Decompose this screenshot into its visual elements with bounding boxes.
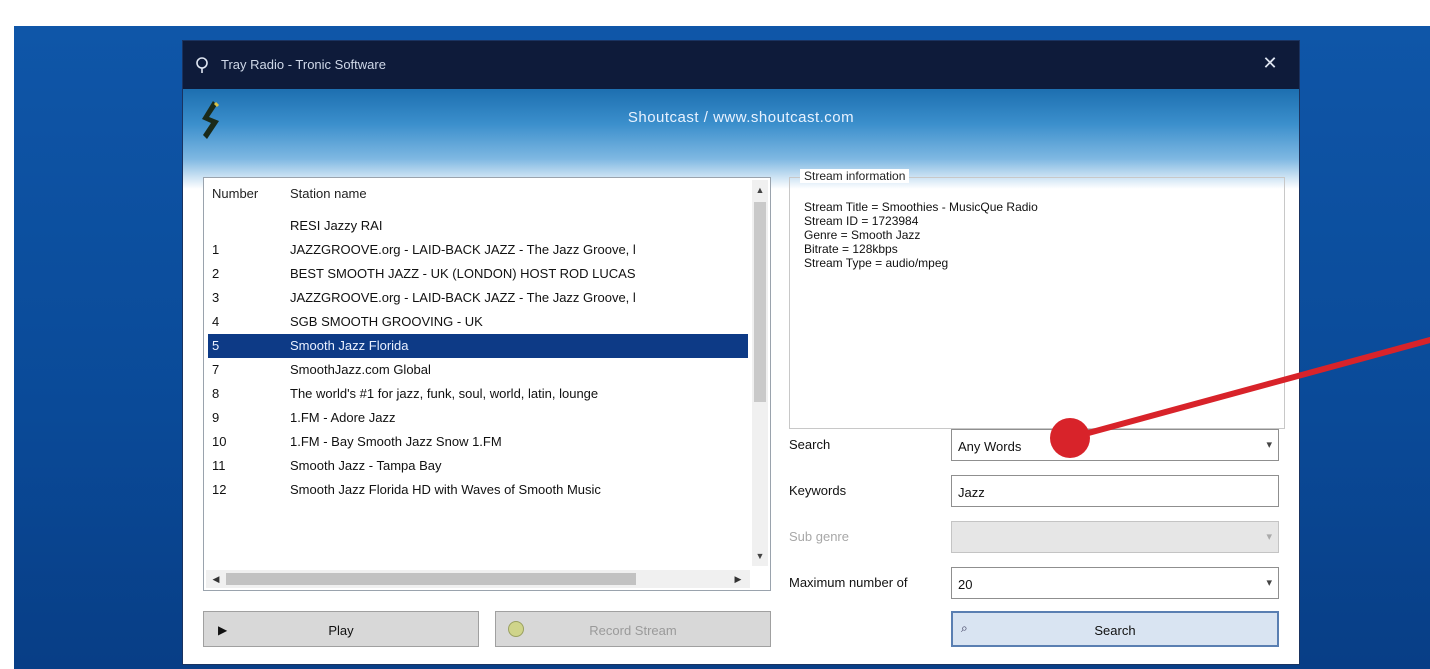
play-button[interactable]: ▶ Play <box>203 611 479 647</box>
stream-info-line: Stream Type = audio/mpeg <box>804 256 949 270</box>
station-row[interactable]: 3 JAZZGROOVE.org - LAID-BACK JAZZ - The J… <box>208 286 748 310</box>
scroll-up-icon[interactable]: ▲ <box>752 182 768 198</box>
station-row[interactable]: 9 1.FM - Adore Jazz <box>208 406 748 430</box>
station-number: 2 <box>212 266 220 281</box>
station-row[interactable]: 7 SmoothJazz.com Global <box>208 358 748 382</box>
station-name: RESI Jazzy RAI <box>290 218 383 233</box>
station-row[interactable]: 12 Smooth Jazz Florida HD with Waves of S… <box>208 478 748 502</box>
station-name: BEST SMOOTH JAZZ - UK (LONDON) HOST ROD … <box>290 266 636 281</box>
station-name: JAZZGROOVE.org - LAID-BACK JAZZ - The Ja… <box>290 242 636 257</box>
station-name: SmoothJazz.com Global <box>290 362 431 377</box>
search-mode-dropdown[interactable]: Any Words ▾ <box>951 429 1279 461</box>
station-name: Smooth Jazz Florida HD with Waves of Smo… <box>290 482 601 497</box>
keywords-label: Keywords <box>789 483 847 498</box>
station-name: JAZZGROOVE.org - LAID-BACK JAZZ - The Ja… <box>290 290 636 305</box>
app-window: Tray Radio - Tronic Software ✕ Shoutcast… <box>182 40 1300 665</box>
station-row[interactable]: 1 JAZZGROOVE.org - LAID-BACK JAZZ - The J… <box>208 238 748 262</box>
station-number: 11 <box>212 458 226 473</box>
station-number: 5 <box>212 338 220 353</box>
station-row[interactable]: 2 BEST SMOOTH JAZZ - UK (LONDON) HOST ROD… <box>208 262 748 286</box>
sub-genre-label: Sub genre <box>789 529 849 544</box>
station-rows: RESI Jazzy RAI 1 JAZZGROOVE.org - LAID-BA… <box>208 214 748 502</box>
station-row[interactable]: 4 SGB SMOOTH GROOVING - UK <box>208 310 748 334</box>
station-number: 9 <box>212 410 220 425</box>
search-mode-label: Search <box>789 437 831 452</box>
station-row[interactable]: RESI Jazzy RAI <box>208 214 748 238</box>
stream-info-lines: Stream Title = Smoothies - MusicQue Radi… <box>804 200 1038 270</box>
horizontal-scroll-thumb[interactable] <box>226 573 636 585</box>
stream-info-line: Stream Title = Smoothies - MusicQue Radi… <box>804 200 1038 214</box>
scroll-left-icon[interactable]: ◀ <box>208 570 224 588</box>
radio-app-icon <box>196 57 208 73</box>
chevron-down-icon: ▾ <box>1266 531 1272 543</box>
search-button[interactable]: ⌕ Search <box>951 611 1279 647</box>
station-number: 8 <box>212 386 220 401</box>
station-name: Smooth Jazz - Tampa Bay <box>290 458 442 473</box>
stream-info-line: Bitrate = 128kbps <box>804 242 898 256</box>
horizontal-scrollbar[interactable]: ◀ ▶ <box>206 570 750 588</box>
scroll-down-icon[interactable]: ▼ <box>752 548 768 564</box>
stream-info-line: Stream ID = 1723984 <box>804 214 919 228</box>
station-name: 1.FM - Bay Smooth Jazz Snow 1.FM <box>290 434 502 449</box>
station-number: 10 <box>212 434 227 449</box>
station-number: 4 <box>212 314 220 329</box>
sub-genre-dropdown: ▾ <box>951 521 1279 553</box>
station-list[interactable]: Number Station name RESI Jazzy RAI 1 JAZZ… <box>203 177 771 591</box>
stream-information-panel: Stream information Stream Title = Smooth… <box>789 169 1285 429</box>
station-number: 3 <box>212 290 220 305</box>
station-row[interactable]: 11 Smooth Jazz - Tampa Bay <box>208 454 748 478</box>
column-header-number[interactable]: Number <box>212 186 258 201</box>
search-mode-value: Any Words <box>958 439 1022 454</box>
station-list-header: Number Station name <box>204 178 750 206</box>
max-results-label: Maximum number of <box>789 575 908 590</box>
search-button-label: Search <box>1094 623 1136 638</box>
stream-info-line: Genre = Smooth Jazz <box>804 228 921 242</box>
station-number: 1 <box>212 242 220 257</box>
station-name: The world's #1 for jazz, funk, soul, wor… <box>290 386 599 401</box>
keywords-value: Jazz <box>958 485 985 500</box>
chevron-down-icon[interactable]: ▾ <box>1266 438 1272 451</box>
header-banner: Shoutcast / www.shoutcast.com <box>183 89 1299 189</box>
station-name: SGB SMOOTH GROOVING - UK <box>290 314 483 329</box>
station-number: 7 <box>212 362 220 377</box>
play-button-label: Play <box>328 623 354 638</box>
max-results-value: 20 <box>958 577 973 592</box>
banner-source-link[interactable]: Shoutcast / www.shoutcast.com <box>183 109 1299 126</box>
stream-information-legend: Stream information <box>800 169 910 183</box>
station-row-selected[interactable]: 5 Smooth Jazz Florida <box>208 334 748 358</box>
record-button-label: Record Stream <box>589 623 677 638</box>
close-icon[interactable]: ✕ <box>1259 52 1281 74</box>
max-results-dropdown[interactable]: 20 ▾ <box>951 567 1279 599</box>
title-bar[interactable]: Tray Radio - Tronic Software ✕ <box>183 41 1299 89</box>
vertical-scrollbar[interactable]: ▲ ▼ <box>752 180 768 566</box>
station-row[interactable]: 10 1.FM - Bay Smooth Jazz Snow 1.FM <box>208 430 748 454</box>
station-name: 1.FM - Adore Jazz <box>290 410 396 425</box>
scroll-right-icon[interactable]: ▶ <box>730 570 746 588</box>
station-row[interactable]: 8 The world's #1 for jazz, funk, soul, wo… <box>208 382 748 406</box>
station-name: Smooth Jazz Florida <box>290 338 409 353</box>
keywords-input[interactable]: Jazz <box>951 475 1279 507</box>
station-number: 12 <box>212 482 227 497</box>
chevron-down-icon[interactable]: ▾ <box>1266 576 1272 589</box>
vertical-scroll-thumb[interactable] <box>754 202 766 402</box>
window-title: Tray Radio - Tronic Software <box>221 57 386 72</box>
column-header-station-name[interactable]: Station name <box>290 186 367 201</box>
record-stream-button[interactable]: Record Stream <box>495 611 771 647</box>
